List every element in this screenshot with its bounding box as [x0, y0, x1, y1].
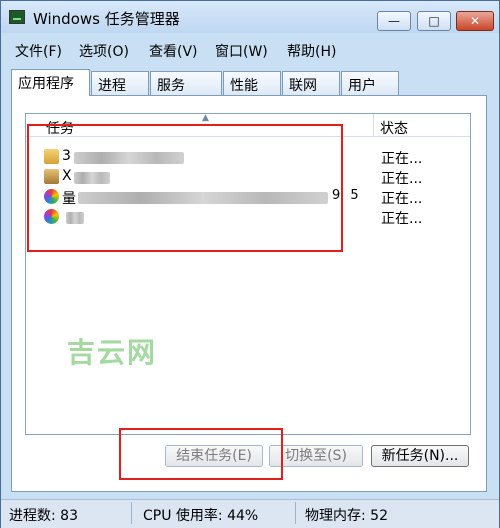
sort-arrow-icon: ▲	[202, 113, 209, 123]
task-manager-window: Windows 任务管理器 — □ ✕ 文件(F) 选项(O) 查看(V) 窗口…	[0, 0, 500, 528]
highlight-box-end-task	[119, 428, 283, 480]
menu-window[interactable]: 窗口(W)	[215, 41, 268, 61]
close-button[interactable]: ✕	[456, 11, 494, 31]
column-divider[interactable]	[373, 114, 374, 136]
status-divider	[295, 502, 296, 524]
minimize-button[interactable]: —	[377, 11, 411, 31]
tab-performance[interactable]: 性能	[223, 71, 281, 95]
task-status: 正在...	[381, 171, 423, 187]
switch-to-button[interactable]: 切换至(S)	[269, 445, 363, 467]
task-manager-app-icon	[9, 10, 25, 24]
window-title: Windows 任务管理器	[33, 10, 180, 28]
cpu-usage: CPU 使用率: 44%	[143, 508, 259, 524]
highlight-box-task-list	[27, 124, 343, 252]
task-status: 正在...	[381, 211, 423, 227]
tab-users[interactable]: 用户	[341, 71, 399, 95]
task-status: 正在...	[381, 151, 423, 167]
menu-help[interactable]: 帮助(H)	[287, 41, 336, 61]
tab-processes[interactable]: 进程	[91, 71, 149, 95]
maximize-button[interactable]: □	[417, 11, 451, 31]
memory-usage: 物理内存: 52	[305, 508, 388, 524]
menu-view[interactable]: 查看(V)	[149, 41, 198, 61]
process-count: 进程数: 83	[9, 508, 78, 524]
watermark: 吉云网	[67, 336, 158, 369]
title-bar[interactable]: Windows 任务管理器 — □ ✕	[1, 1, 499, 33]
menu-options[interactable]: 选项(O)	[79, 41, 129, 61]
column-status[interactable]: 状态	[380, 118, 408, 138]
tab-networking[interactable]: 联网	[282, 71, 340, 95]
tab-services[interactable]: 服务	[150, 71, 222, 95]
tab-applications[interactable]: 应用程序	[11, 69, 90, 96]
task-status: 正在...	[381, 191, 423, 207]
status-bar: 进程数: 83 CPU 使用率: 44% 物理内存: 52	[1, 499, 499, 528]
menu-file[interactable]: 文件(F)	[15, 41, 62, 61]
menu-bar: 文件(F) 选项(O) 查看(V) 窗口(W) 帮助(H)	[1, 37, 499, 61]
status-divider	[131, 502, 132, 524]
new-task-button[interactable]: 新任务(N)...	[371, 445, 469, 467]
